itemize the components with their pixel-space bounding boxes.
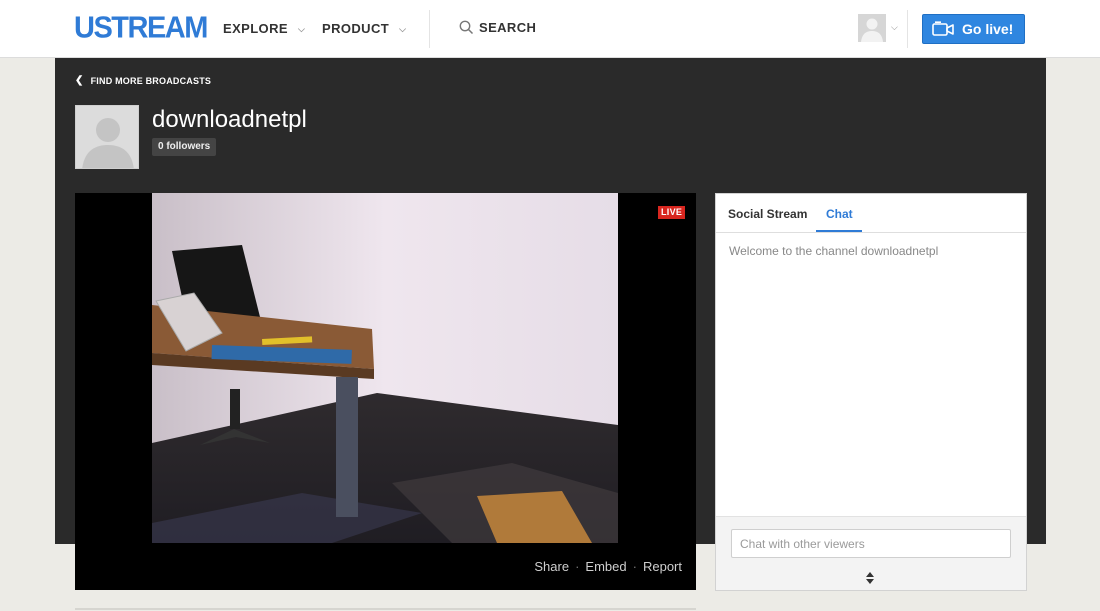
back-link-label: FIND MORE BROADCASTS: [90, 75, 212, 86]
embed-link[interactable]: Embed: [585, 559, 626, 574]
nav-divider: [429, 10, 430, 48]
live-video-frame: [152, 193, 618, 543]
nav-explore-label: EXPLORE: [223, 21, 288, 36]
player-actions: Share · Embed · Report: [534, 559, 682, 574]
camera-icon: [932, 21, 954, 36]
video-player[interactable]: LIVE Share · Embed · Report: [75, 193, 696, 590]
chat-welcome-message: Welcome to the channel downloadnetpl: [729, 244, 939, 258]
separator: ·: [632, 559, 637, 574]
chat-panel: Social Stream Chat Welcome to the channe…: [715, 193, 1027, 591]
top-navigation-bar: USTREAM EXPLORE ⌵ PRODUCT ⌵ SEARCH ⌵ Go li…: [0, 0, 1100, 58]
resize-handle[interactable]: [863, 571, 877, 585]
player-bottom-divider: [75, 608, 696, 610]
chevron-left-icon: ❮: [75, 75, 84, 86]
chevron-down-icon[interactable]: ⌵: [891, 22, 898, 33]
share-link[interactable]: Share: [534, 559, 569, 574]
chat-tabs: Social Stream Chat: [716, 194, 1026, 233]
go-live-label: Go live!: [962, 21, 1014, 37]
default-user-icon: [858, 14, 886, 42]
tab-chat[interactable]: Chat: [826, 207, 853, 221]
user-avatar[interactable]: [858, 14, 886, 42]
chat-input[interactable]: [731, 529, 1011, 558]
video-frame-image: [152, 193, 618, 543]
find-more-broadcasts-link[interactable]: ❮ FIND MORE BROADCASTS: [75, 75, 211, 86]
nav-product[interactable]: PRODUCT ⌵: [322, 21, 406, 36]
nav-product-label: PRODUCT: [322, 21, 390, 36]
nav-divider: [907, 10, 908, 48]
channel-avatar[interactable]: [75, 105, 139, 169]
report-link[interactable]: Report: [643, 559, 682, 574]
followers-count: 0 followers: [152, 138, 217, 156]
default-user-icon: [76, 106, 138, 168]
chevron-down-icon: ⌵: [399, 24, 407, 34]
channel-name: downloadnetpl: [152, 106, 307, 133]
active-tab-indicator: [816, 230, 862, 232]
go-live-button[interactable]: Go live!: [922, 14, 1025, 44]
nav-explore[interactable]: EXPLORE ⌵: [223, 21, 305, 36]
tab-social-stream[interactable]: Social Stream: [728, 207, 807, 221]
chevron-down-icon: ⌵: [297, 24, 306, 34]
search-button[interactable]: SEARCH: [459, 20, 536, 35]
search-label: SEARCH: [479, 20, 537, 35]
search-icon: [459, 20, 474, 35]
ustream-logo[interactable]: USTREAM: [74, 11, 208, 46]
resize-arrows-icon: [866, 572, 874, 584]
separator: ·: [575, 559, 580, 574]
chat-footer: [716, 516, 1026, 590]
live-badge: LIVE: [658, 206, 686, 219]
